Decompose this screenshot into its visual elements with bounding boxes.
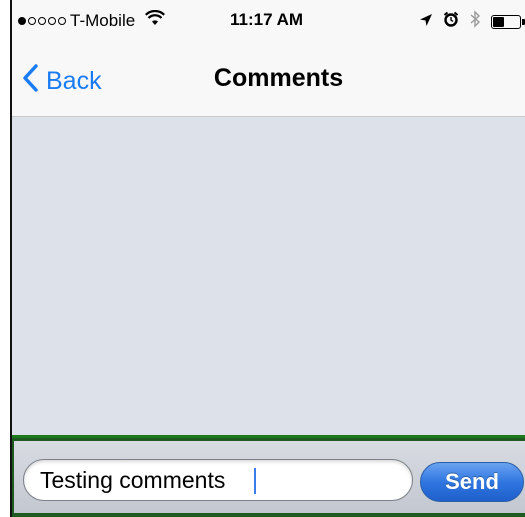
signal-strength-icon [18,16,66,25]
wifi-icon [145,9,166,31]
status-left: T-Mobile [18,9,166,31]
text-cursor [254,468,256,494]
send-button[interactable]: Send [420,462,524,502]
signal-dot [28,16,36,25]
battery-icon [491,14,525,29]
page-title: Comments [213,64,344,92]
location-arrow-icon [419,12,433,32]
signal-dot [38,16,46,25]
status-time: 11:17 AM [230,10,304,29]
screen: T-Mobile 11:17 AM Back Comments Testing … [0,0,525,517]
signal-dot [58,16,66,25]
bluetooth-icon [469,10,481,33]
signal-dot [48,16,56,25]
comment-composer: Send [12,435,525,517]
comments-list[interactable] [12,117,525,435]
signal-dot [18,16,26,25]
comment-input[interactable] [23,459,413,501]
carrier-name: T-Mobile [70,10,136,30]
phone-screen: T-Mobile 11:17 AM Back Comments Testing … [10,0,525,517]
status-bar: T-Mobile 11:17 AM [12,0,525,42]
screen-margin [0,0,10,517]
battery-level [493,16,504,27]
alarm-clock-icon [443,11,459,32]
navigation-bar: Back Comments [12,42,525,117]
status-right [419,10,525,33]
composer-background: Send [14,441,525,513]
